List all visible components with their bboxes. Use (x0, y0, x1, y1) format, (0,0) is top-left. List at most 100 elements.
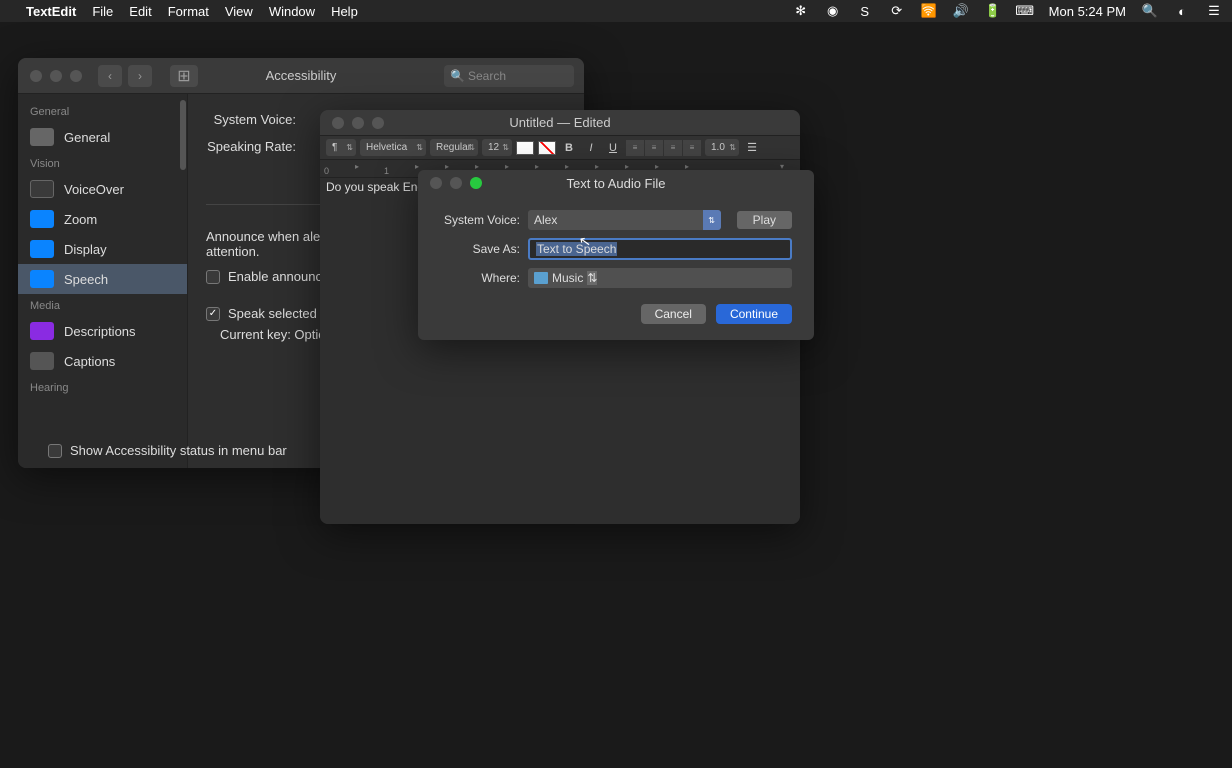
show-status-checkbox[interactable] (48, 444, 62, 458)
textedit-title: Untitled — Edited (320, 115, 800, 130)
text-color-swatch[interactable] (516, 141, 534, 155)
captions-icon (30, 352, 54, 370)
where-value: Music (552, 271, 583, 285)
menu-window[interactable]: Window (269, 4, 315, 19)
input-icon[interactable]: ⌨ (1017, 3, 1033, 19)
app-name[interactable]: TextEdit (26, 4, 76, 19)
forward-button[interactable]: › (128, 65, 152, 87)
sidebar-item-descriptions[interactable]: Descriptions (18, 316, 187, 346)
style-select[interactable]: ¶⇅ (326, 139, 356, 156)
where-dropdown[interactable]: Music ⇅ (528, 268, 792, 288)
sidebar-item-display[interactable]: Display (18, 234, 187, 264)
sidebar-item-captions[interactable]: Captions (18, 346, 187, 376)
save-as-value: Text to Speech (536, 242, 617, 256)
sidebar-item-voiceover[interactable]: VoiceOver (18, 174, 187, 204)
skype-icon[interactable]: S (857, 3, 873, 19)
align-left-button[interactable]: ≡ (626, 140, 644, 156)
align-right-button[interactable]: ≡ (664, 140, 682, 156)
bold-button[interactable]: B (560, 140, 578, 156)
speech-icon (30, 270, 54, 288)
sidebar-scrollbar[interactable] (179, 94, 187, 468)
continue-button[interactable]: Continue (716, 304, 792, 324)
folder-icon (534, 272, 548, 284)
text-to-audio-dialog: Text to Audio File System Voice: Alex ⇅ … (418, 170, 814, 340)
dlg-close-button[interactable] (430, 177, 442, 189)
menu-help[interactable]: Help (331, 4, 358, 19)
zoom-button[interactable] (70, 70, 82, 82)
save-as-input[interactable]: Text to Speech (528, 238, 792, 260)
sidebar-item-general[interactable]: General (18, 122, 187, 152)
clock[interactable]: Mon 5:24 PM (1049, 4, 1126, 19)
record-icon[interactable]: ◉ (825, 3, 841, 19)
speak-selected-checkbox[interactable] (206, 307, 220, 321)
save-as-label: Save As: (440, 242, 520, 256)
sidebar-label-descriptions: Descriptions (64, 324, 136, 339)
sidebar[interactable]: General General Vision VoiceOver Zoom Di… (18, 94, 188, 468)
siri-icon[interactable]: ◐ (1174, 3, 1190, 19)
sidebar-section-media: Media (18, 294, 187, 316)
wifi-icon[interactable]: 🛜 (921, 3, 937, 19)
te-minimize-button[interactable] (352, 117, 364, 129)
list-button[interactable]: ☰ (743, 140, 761, 156)
volume-icon[interactable]: 🔊 (953, 3, 969, 19)
menu-file[interactable]: File (92, 4, 113, 19)
sidebar-item-speech[interactable]: Speech (18, 264, 187, 294)
back-button[interactable]: ‹ (98, 65, 122, 87)
system-voice-dropdown[interactable]: Alex ⇅ (528, 210, 721, 230)
underline-button[interactable]: U (604, 140, 622, 156)
bluetooth-icon[interactable]: ⟳ (889, 3, 905, 19)
dlg-minimize-button[interactable] (450, 177, 462, 189)
te-close-button[interactable] (332, 117, 344, 129)
minimize-button[interactable] (50, 70, 62, 82)
spotlight-icon[interactable]: 🔍 (1142, 3, 1158, 19)
font-style-select[interactable]: Regular⇅ (430, 139, 478, 156)
search-input[interactable]: 🔍 Search (444, 65, 574, 87)
menu-edit[interactable]: Edit (129, 4, 151, 19)
sidebar-label-general: General (64, 130, 110, 145)
align-center-button[interactable]: ≡ (645, 140, 663, 156)
menu-bar: TextEdit File Edit Format View Window He… (0, 0, 1232, 22)
notifications-icon[interactable]: ☰ (1206, 3, 1222, 19)
bg-color-swatch[interactable] (538, 141, 556, 155)
play-button[interactable]: Play (737, 211, 792, 229)
sidebar-label-display: Display (64, 242, 107, 257)
sidebar-section-vision: Vision (18, 152, 187, 174)
sidebar-label-voiceover: VoiceOver (64, 182, 124, 197)
sidebar-item-zoom[interactable]: Zoom (18, 204, 187, 234)
textedit-titlebar: Untitled — Edited (320, 110, 800, 136)
sidebar-section-hearing: Hearing (18, 376, 187, 398)
dlg-zoom-button[interactable] (470, 177, 482, 189)
align-justify-button[interactable]: ≡ (683, 140, 701, 156)
voice-label: System Voice: (440, 213, 520, 227)
te-zoom-button[interactable] (372, 117, 384, 129)
voice-value: Alex (534, 213, 557, 227)
sidebar-label-speech: Speech (64, 272, 108, 287)
sidebar-label-zoom: Zoom (64, 212, 97, 227)
sidebar-label-captions: Captions (64, 354, 115, 369)
battery-icon[interactable]: 🔋 (985, 3, 1001, 19)
italic-button[interactable]: I (582, 140, 600, 156)
textedit-toolbar: ¶⇅ Helvetica⇅ Regular⇅ 12⇅ B I U ≡ ≡ ≡ ≡… (320, 136, 800, 160)
font-family-select[interactable]: Helvetica⇅ (360, 139, 426, 156)
menu-view[interactable]: View (225, 4, 253, 19)
dropdown-arrow-icon: ⇅ (703, 210, 721, 230)
general-icon (30, 128, 54, 146)
speaking-rate-label: Speaking Rate: (206, 139, 296, 154)
where-label: Where: (440, 271, 520, 285)
display-icon (30, 240, 54, 258)
settings-icon[interactable]: ✻ (793, 3, 809, 19)
search-placeholder: Search (468, 69, 506, 83)
show-status-label: Show Accessibility status in menu bar (70, 443, 287, 458)
enable-announce-checkbox[interactable] (206, 270, 220, 284)
grid-button[interactable]: ⊞ (170, 65, 198, 87)
line-spacing-select[interactable]: 1.0⇅ (705, 139, 739, 156)
close-button[interactable] (30, 70, 42, 82)
font-size-select[interactable]: 12⇅ (482, 139, 512, 156)
descriptions-icon (30, 322, 54, 340)
menu-format[interactable]: Format (168, 4, 209, 19)
cancel-button[interactable]: Cancel (641, 304, 706, 324)
search-icon: 🔍 (450, 69, 465, 83)
dialog-titlebar: Text to Audio File (418, 170, 814, 196)
zoom-icon (30, 210, 54, 228)
system-voice-label: System Voice: (206, 112, 296, 127)
